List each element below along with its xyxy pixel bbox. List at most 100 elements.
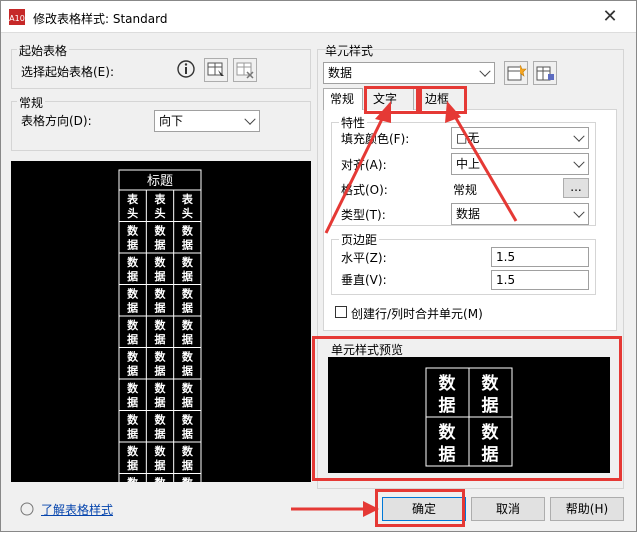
direction-value: 向下 (159, 114, 184, 128)
preview-header-cell: 头 (127, 206, 138, 220)
format-label: 格式(O): (341, 183, 388, 197)
new-style-icon (507, 64, 527, 81)
chevron-down-icon (573, 130, 585, 142)
select-table-icon (207, 62, 224, 79)
preview-data-cell: 数 (182, 381, 194, 395)
preview-data-cell: 数 (155, 224, 167, 238)
preview-data-cell: 据 (182, 458, 193, 472)
preview-data-cell: 据 (155, 269, 166, 283)
preview-data-cell: 据 (127, 458, 138, 472)
fill-color-select[interactable]: □无 (451, 127, 589, 149)
preview-header-cell: 头 (182, 206, 193, 220)
preview-header-cell: 表 (181, 192, 194, 206)
help-button[interactable]: 帮助(H) (550, 497, 624, 521)
close-icon[interactable]: ✕ (590, 1, 630, 32)
preview-data-cell: 据 (155, 395, 166, 409)
preview-data-cell: 数 (182, 476, 194, 483)
horizontal-label: 水平(Z): (341, 251, 387, 265)
general-group-label: 常规 (17, 94, 46, 111)
learn-table-style-link[interactable]: 了解表格样式 (41, 501, 113, 518)
preview-data-cell: 据 (155, 364, 166, 378)
preview-data-cell: 数 (127, 381, 139, 395)
cell-style-value: 数据 (328, 66, 353, 80)
preview-data-cell: 据 (127, 269, 138, 283)
preview-data-cell: 数 (155, 476, 167, 483)
type-label: 类型(T): (341, 208, 386, 222)
direction-label: 表格方向(D): (21, 114, 92, 128)
fill-color-value: □无 (456, 131, 480, 145)
tab-general-label: 常规 (330, 92, 355, 106)
preview-data-cell: 数 (182, 413, 194, 427)
vertical-label: 垂直(V): (341, 273, 387, 287)
info-icon[interactable] (176, 59, 200, 83)
chevron-down-icon (479, 65, 491, 77)
preview-data-cell: 数 (155, 350, 167, 364)
preview-data-cell: 数 (127, 350, 139, 364)
preview-data-cell: 据 (155, 458, 166, 472)
select-start-table-label: 选择起始表格(E): (21, 65, 114, 79)
preview-data-cell: 据 (127, 301, 138, 315)
vertical-input[interactable]: 1.5 (491, 270, 589, 290)
fill-color-label: 填充颜色(F): (341, 132, 410, 146)
preview-data-cell: 数 (127, 287, 139, 301)
tab-general[interactable]: 常规 (323, 88, 363, 110)
svg-text:A10: A10 (9, 14, 25, 23)
merge-checkbox[interactable] (335, 306, 347, 318)
preview-title: 标题 (147, 174, 173, 189)
type-select[interactable]: 数据 (451, 203, 589, 225)
preview-data-cell: 数 (127, 476, 139, 483)
preview-data-cell: 据 (155, 427, 166, 441)
highlight-ok-button (375, 489, 465, 527)
help-bulb-icon (20, 502, 34, 516)
preview-data-cell: 据 (155, 238, 166, 252)
preview-header-cell: 头 (155, 206, 166, 220)
preview-data-cell: 数 (155, 255, 167, 269)
title-bar: A10 修改表格样式: Standard ✕ (1, 1, 636, 33)
preview-data-cell: 数 (155, 318, 167, 332)
cell-style-select[interactable]: 数据 (323, 62, 495, 84)
window-title: 修改表格样式: Standard (33, 12, 168, 26)
preview-data-cell: 据 (155, 332, 166, 346)
preview-data-cell: 据 (182, 269, 193, 283)
format-value: 常规 (453, 183, 478, 197)
type-value: 数据 (456, 207, 481, 221)
select-table-button[interactable] (204, 58, 228, 82)
margins-group-label: 页边距 (339, 231, 380, 248)
preview-data-cell: 据 (182, 427, 193, 441)
preview-data-cell: 据 (182, 301, 193, 315)
format-more-button[interactable]: ... (563, 178, 589, 198)
preview-data-cell: 数 (155, 413, 167, 427)
highlight-border-tab (419, 86, 467, 114)
horizontal-input[interactable]: 1.5 (491, 247, 589, 267)
alignment-label: 对齐(A): (341, 158, 387, 172)
preview-data-cell: 数 (182, 255, 194, 269)
highlight-preview (312, 336, 622, 481)
preview-data-cell: 数 (182, 287, 194, 301)
preview-data-cell: 据 (182, 238, 193, 252)
manage-cell-style-button[interactable] (533, 61, 557, 85)
preview-data-cell: 据 (127, 364, 138, 378)
new-cell-style-button[interactable] (504, 61, 528, 85)
chevron-down-icon (573, 156, 585, 168)
cancel-button[interactable]: 取消 (471, 497, 545, 521)
preview-data-cell: 数 (155, 444, 167, 458)
preview-data-cell: 数 (155, 287, 167, 301)
preview-header-cell: 表 (126, 192, 139, 206)
remove-table-button[interactable] (233, 58, 257, 82)
preview-data-cell: 数 (182, 350, 194, 364)
preview-data-cell: 据 (127, 427, 138, 441)
preview-data-cell: 数 (127, 224, 139, 238)
preview-data-cell: 数 (182, 444, 194, 458)
alignment-select[interactable]: 中上 (451, 153, 589, 175)
preview-data-cell: 据 (127, 395, 138, 409)
preview-data-cell: 数 (127, 413, 139, 427)
preview-header-cell: 表 (154, 192, 167, 206)
chevron-down-icon (573, 206, 585, 218)
preview-data-cell: 据 (127, 332, 138, 346)
preview-data-cell: 数 (155, 381, 167, 395)
preview-data-cell: 数 (127, 255, 139, 269)
direction-select[interactable]: 向下 (154, 110, 260, 132)
preview-data-cell: 据 (182, 395, 193, 409)
table-preview-svg: 标题表头表头表头数据数据数据数据数据数据数据数据数据数据数据数据数据数据数据数据… (118, 169, 202, 506)
preview-data-cell: 据 (182, 364, 193, 378)
